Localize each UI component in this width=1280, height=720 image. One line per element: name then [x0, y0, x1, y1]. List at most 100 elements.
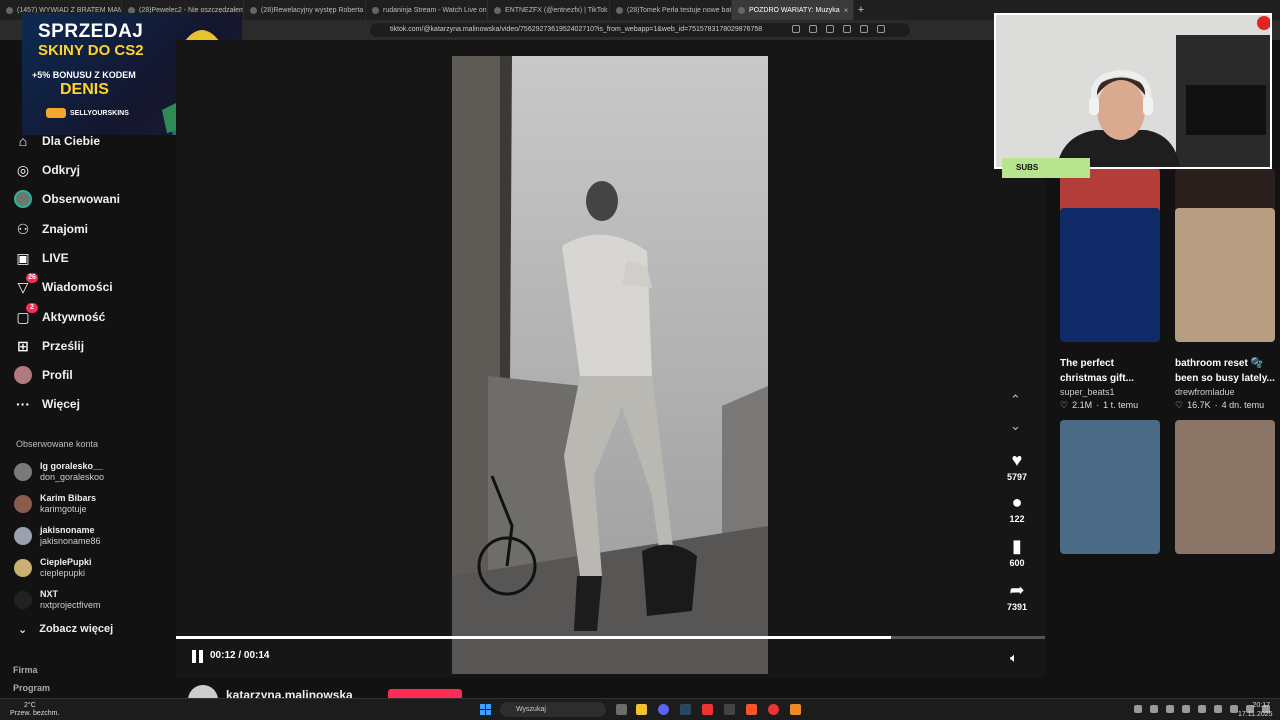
- tab-favicon-icon: [494, 6, 501, 14]
- tray-app-icon[interactable]: [1198, 705, 1206, 713]
- share-button[interactable]: ➦ 7391: [1000, 580, 1034, 612]
- tray-app-icon[interactable]: [1150, 705, 1158, 713]
- tray-app-icon[interactable]: [1214, 705, 1222, 713]
- card-title-line: been so busy lately...: [1175, 373, 1275, 384]
- sidebar-item-label: Prześlij: [42, 339, 85, 353]
- browser-tab[interactable]: (28)Rewelacyjny występ Roberta Lew...×: [244, 0, 366, 20]
- comment-button[interactable]: ● 122: [1000, 492, 1034, 524]
- compass-icon: ◎: [16, 161, 30, 178]
- recommended-video-card[interactable]: [1175, 420, 1277, 554]
- video-time: 00:12 / 00:14: [210, 650, 270, 661]
- sidebar-item-label: Profil: [42, 368, 73, 382]
- save-button[interactable]: ▮ 600: [1000, 536, 1034, 568]
- browser-tab[interactable]: ENTNEZFX (@entnezfx) | TikTok×: [488, 0, 610, 20]
- sidebar-item-following-avatar[interactable]: Obserwowani: [14, 190, 120, 208]
- avatar: [14, 527, 32, 545]
- video-progress-bar[interactable]: [176, 636, 1045, 639]
- sidebar-item-label: Znajomi: [42, 222, 89, 236]
- star-icon[interactable]: [877, 25, 885, 33]
- new-tab-icon[interactable]: +: [854, 4, 868, 16]
- tray-app-icon[interactable]: [1166, 705, 1174, 713]
- account-name: jakisnoname: [40, 525, 95, 535]
- followed-account[interactable]: Karim Bibars karimgotuje: [14, 493, 96, 515]
- account-handle: jakisnoname86: [40, 536, 101, 546]
- sidebar-item-friends[interactable]: ⚇ Znajomi: [14, 220, 88, 238]
- sidebar-item-profile-avatar[interactable]: Profil: [14, 366, 73, 384]
- obs-icon[interactable]: [768, 704, 779, 715]
- taskbar-clock[interactable]: 20:17 17.11.2025: [1238, 701, 1273, 719]
- pause-icon[interactable]: [192, 650, 204, 663]
- footer-link-company[interactable]: Firma: [13, 665, 38, 675]
- tray-app-icon[interactable]: [1182, 705, 1190, 713]
- video-player[interactable]: [452, 56, 768, 674]
- wifi-icon[interactable]: [1230, 705, 1238, 713]
- subs-goal-label: SUBS: [1002, 158, 1090, 178]
- sidebar-item-messages[interactable]: ▽ 26 Wiadomości: [14, 273, 113, 296]
- extension-icon[interactable]: [792, 25, 800, 33]
- sidebar-item-label: Odkryj: [42, 163, 81, 177]
- heart-outline-icon: ♡: [1060, 400, 1069, 410]
- file-explorer-icon[interactable]: [636, 704, 647, 715]
- tab-label: (28)Tomek Perła testuje nowe baton...: [627, 6, 732, 14]
- previous-video-icon[interactable]: ⌃: [1010, 392, 1021, 408]
- ad-line-1: SPRZEDAJ: [38, 21, 144, 42]
- sidebar-item-activity[interactable]: ▢ 2 Aktywność: [14, 303, 105, 326]
- tab-label: ENTNEZFX (@entnezfx) | TikTok: [505, 6, 608, 14]
- see-more-button[interactable]: ⌄ Zobacz więcej: [18, 623, 113, 636]
- account-name: Ig goralesko__: [40, 461, 104, 471]
- video-thumbnail: [1175, 208, 1275, 342]
- sidebar-item-compass[interactable]: ◎ Odkryj: [14, 161, 80, 179]
- account-name: Karim Bibars: [40, 493, 97, 503]
- followed-account[interactable]: NXT nxtprojectfivem: [14, 589, 101, 611]
- account-name: CieplePupki: [40, 557, 92, 567]
- app-icon[interactable]: [702, 704, 713, 715]
- volume-icon[interactable]: 🔈︎: [1010, 650, 1018, 666]
- recommended-video-card[interactable]: The perfect christmas gift... super_beats1…: [1060, 208, 1162, 411]
- discord-icon[interactable]: [658, 704, 669, 715]
- notification-badge: 26: [26, 273, 38, 283]
- close-tab-icon[interactable]: ×: [844, 6, 849, 15]
- card-likes: 2.1M: [1072, 400, 1093, 410]
- tab-favicon-icon: [738, 6, 745, 14]
- followed-account[interactable]: CieplePupki cieplepupki: [14, 557, 92, 579]
- followed-account[interactable]: Ig goralesko__ don_goraleskoo: [14, 461, 104, 483]
- share-count: 7391: [1006, 602, 1028, 612]
- sidebar-item-label: Dla Ciebie: [42, 134, 101, 148]
- brave-browser-icon[interactable]: [746, 704, 757, 715]
- like-button[interactable]: ♥ 5797: [1000, 450, 1034, 482]
- extension-icon[interactable]: [809, 25, 817, 33]
- browser-tab[interactable]: rudaninja Stream - Watch Live on...×: [366, 0, 488, 20]
- taskbar-search[interactable]: Wyszukaj: [500, 702, 606, 717]
- app-icon[interactable]: [724, 704, 735, 715]
- upload-icon: ⊞: [17, 337, 29, 354]
- notification-badge: 2: [26, 303, 38, 313]
- weather-temp: 2°C: [24, 702, 36, 709]
- heart-outline-icon: ♡: [1175, 400, 1184, 410]
- share-arrow-icon: ➦: [1009, 580, 1025, 600]
- followed-account[interactable]: jakisnoname jakisnoname86: [14, 525, 101, 547]
- extension-icon[interactable]: [826, 25, 834, 33]
- followed-accounts-title: Obserwowane konta: [16, 439, 99, 449]
- steam-icon[interactable]: [680, 704, 691, 715]
- windows-start-icon[interactable]: [480, 704, 491, 715]
- app-icon[interactable]: [790, 704, 801, 715]
- next-video-icon[interactable]: ⌄: [1010, 418, 1021, 434]
- share-icon[interactable]: [860, 25, 868, 33]
- zoom-icon[interactable]: [843, 25, 851, 33]
- sidebar-item-live[interactable]: ▣ LIVE: [14, 249, 68, 267]
- recommended-video-card[interactable]: [1060, 420, 1162, 554]
- sidebar-item-upload[interactable]: ⊞ Prześlij: [14, 337, 84, 355]
- footer-link-program[interactable]: Program: [13, 683, 50, 693]
- browser-tab[interactable]: POZDRO WARIATY: Muzyka ×: [732, 0, 854, 20]
- card-likes: 16.7K: [1187, 400, 1211, 410]
- browser-tab[interactable]: (28)Tomek Perła testuje nowe baton...×: [610, 0, 732, 20]
- sidebar-item-more[interactable]: ··· Więcej: [14, 395, 80, 413]
- recommended-video-card[interactable]: bathroom reset 🫧 been so busy lately... dr…: [1175, 208, 1277, 411]
- tab-favicon-icon: [250, 6, 257, 14]
- task-view-icon[interactable]: [616, 704, 627, 715]
- tray-chevron-icon[interactable]: [1134, 705, 1142, 713]
- activity-icon: ▢ 2: [14, 303, 38, 326]
- weather-widget[interactable]: 2°C Przew. bezchm.: [10, 702, 59, 718]
- address-bar-icons: [792, 25, 885, 33]
- following-avatar-icon: [14, 190, 32, 208]
